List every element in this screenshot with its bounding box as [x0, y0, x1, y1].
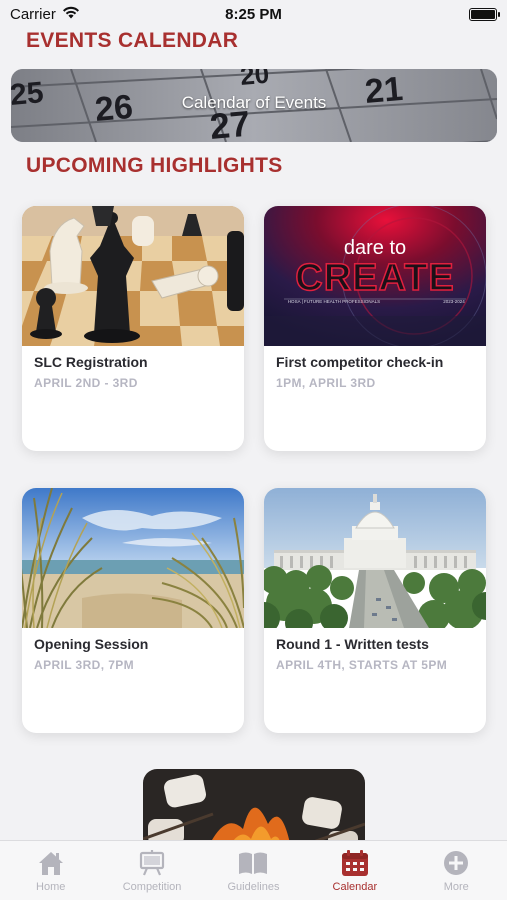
tab-label: More — [443, 881, 469, 893]
banner-label: Calendar of Events — [181, 93, 327, 112]
battery-icon — [469, 7, 500, 21]
tab-label: Guidelines — [227, 881, 280, 893]
calendar-banner[interactable]: 25 26 27 20 21 Calendar of Events — [11, 69, 497, 142]
status-bar: Carrier 8:25 PM — [0, 0, 507, 28]
card-subtitle: 1PM, APRIL 3RD — [276, 376, 376, 390]
carrier-label: Carrier — [10, 5, 56, 23]
chess-image — [22, 206, 244, 346]
carrier-group: Carrier — [10, 6, 80, 23]
logo-line2: CREATE — [295, 257, 454, 299]
book-icon — [238, 849, 268, 877]
home-icon — [36, 849, 66, 877]
date-20: 20 — [239, 69, 270, 91]
tab-home[interactable]: Home — [0, 841, 101, 900]
card-title: First competitor check-in — [276, 354, 444, 370]
wifi-icon — [62, 6, 80, 23]
capitol-image — [264, 488, 486, 628]
tab-label: Home — [36, 881, 66, 893]
card-title: Round 1 - Written tests — [276, 636, 429, 652]
logo-tagline: HOSA | FUTURE HEALTH PROFESSIONALS — [288, 299, 380, 304]
card-subtitle: APRIL 3RD, 7PM — [34, 658, 135, 672]
tab-competition[interactable]: Competition — [102, 841, 203, 900]
calendar-icon — [340, 849, 370, 877]
event-card-opening-session[interactable]: Opening Session APRIL 3RD, 7PM — [22, 488, 244, 733]
easel-icon — [137, 849, 167, 877]
page-title: EVENTS CALENDAR — [26, 29, 239, 52]
event-card-slc-registration[interactable]: SLC Registration APRIL 2ND - 3RD — [22, 206, 244, 451]
tab-calendar[interactable]: Calendar — [304, 841, 405, 900]
tab-guidelines[interactable]: Guidelines — [203, 841, 304, 900]
tab-label: Calendar — [332, 881, 378, 893]
logo-years: 2023-2024 — [443, 299, 465, 304]
tab-bar: Home Competition Guidelines Calendar Mor… — [0, 840, 507, 900]
highlights-title: UPCOMING HIGHLIGHTS — [26, 154, 283, 177]
plus-circle-icon — [441, 849, 471, 877]
logo-line1: dare to — [344, 237, 406, 259]
tab-label: Competition — [122, 881, 182, 893]
card-subtitle: APRIL 4TH, STARTS AT 5PM — [276, 658, 448, 672]
card-title: Opening Session — [34, 636, 149, 652]
event-card-round-1-written-tests[interactable]: Round 1 - Written tests APRIL 4TH, START… — [264, 488, 486, 733]
dare-to-create-logo-image: dare to CREATE HOSA | FUTURE HEALTH PROF… — [264, 206, 486, 346]
card-subtitle: APRIL 2ND - 3RD — [34, 376, 138, 390]
card-title: SLC Registration — [34, 354, 148, 370]
event-card-competitor-check-in[interactable]: dare to CREATE HOSA | FUTURE HEALTH PROF… — [264, 206, 486, 451]
beach-image — [22, 488, 244, 628]
tab-more[interactable]: More — [406, 841, 507, 900]
